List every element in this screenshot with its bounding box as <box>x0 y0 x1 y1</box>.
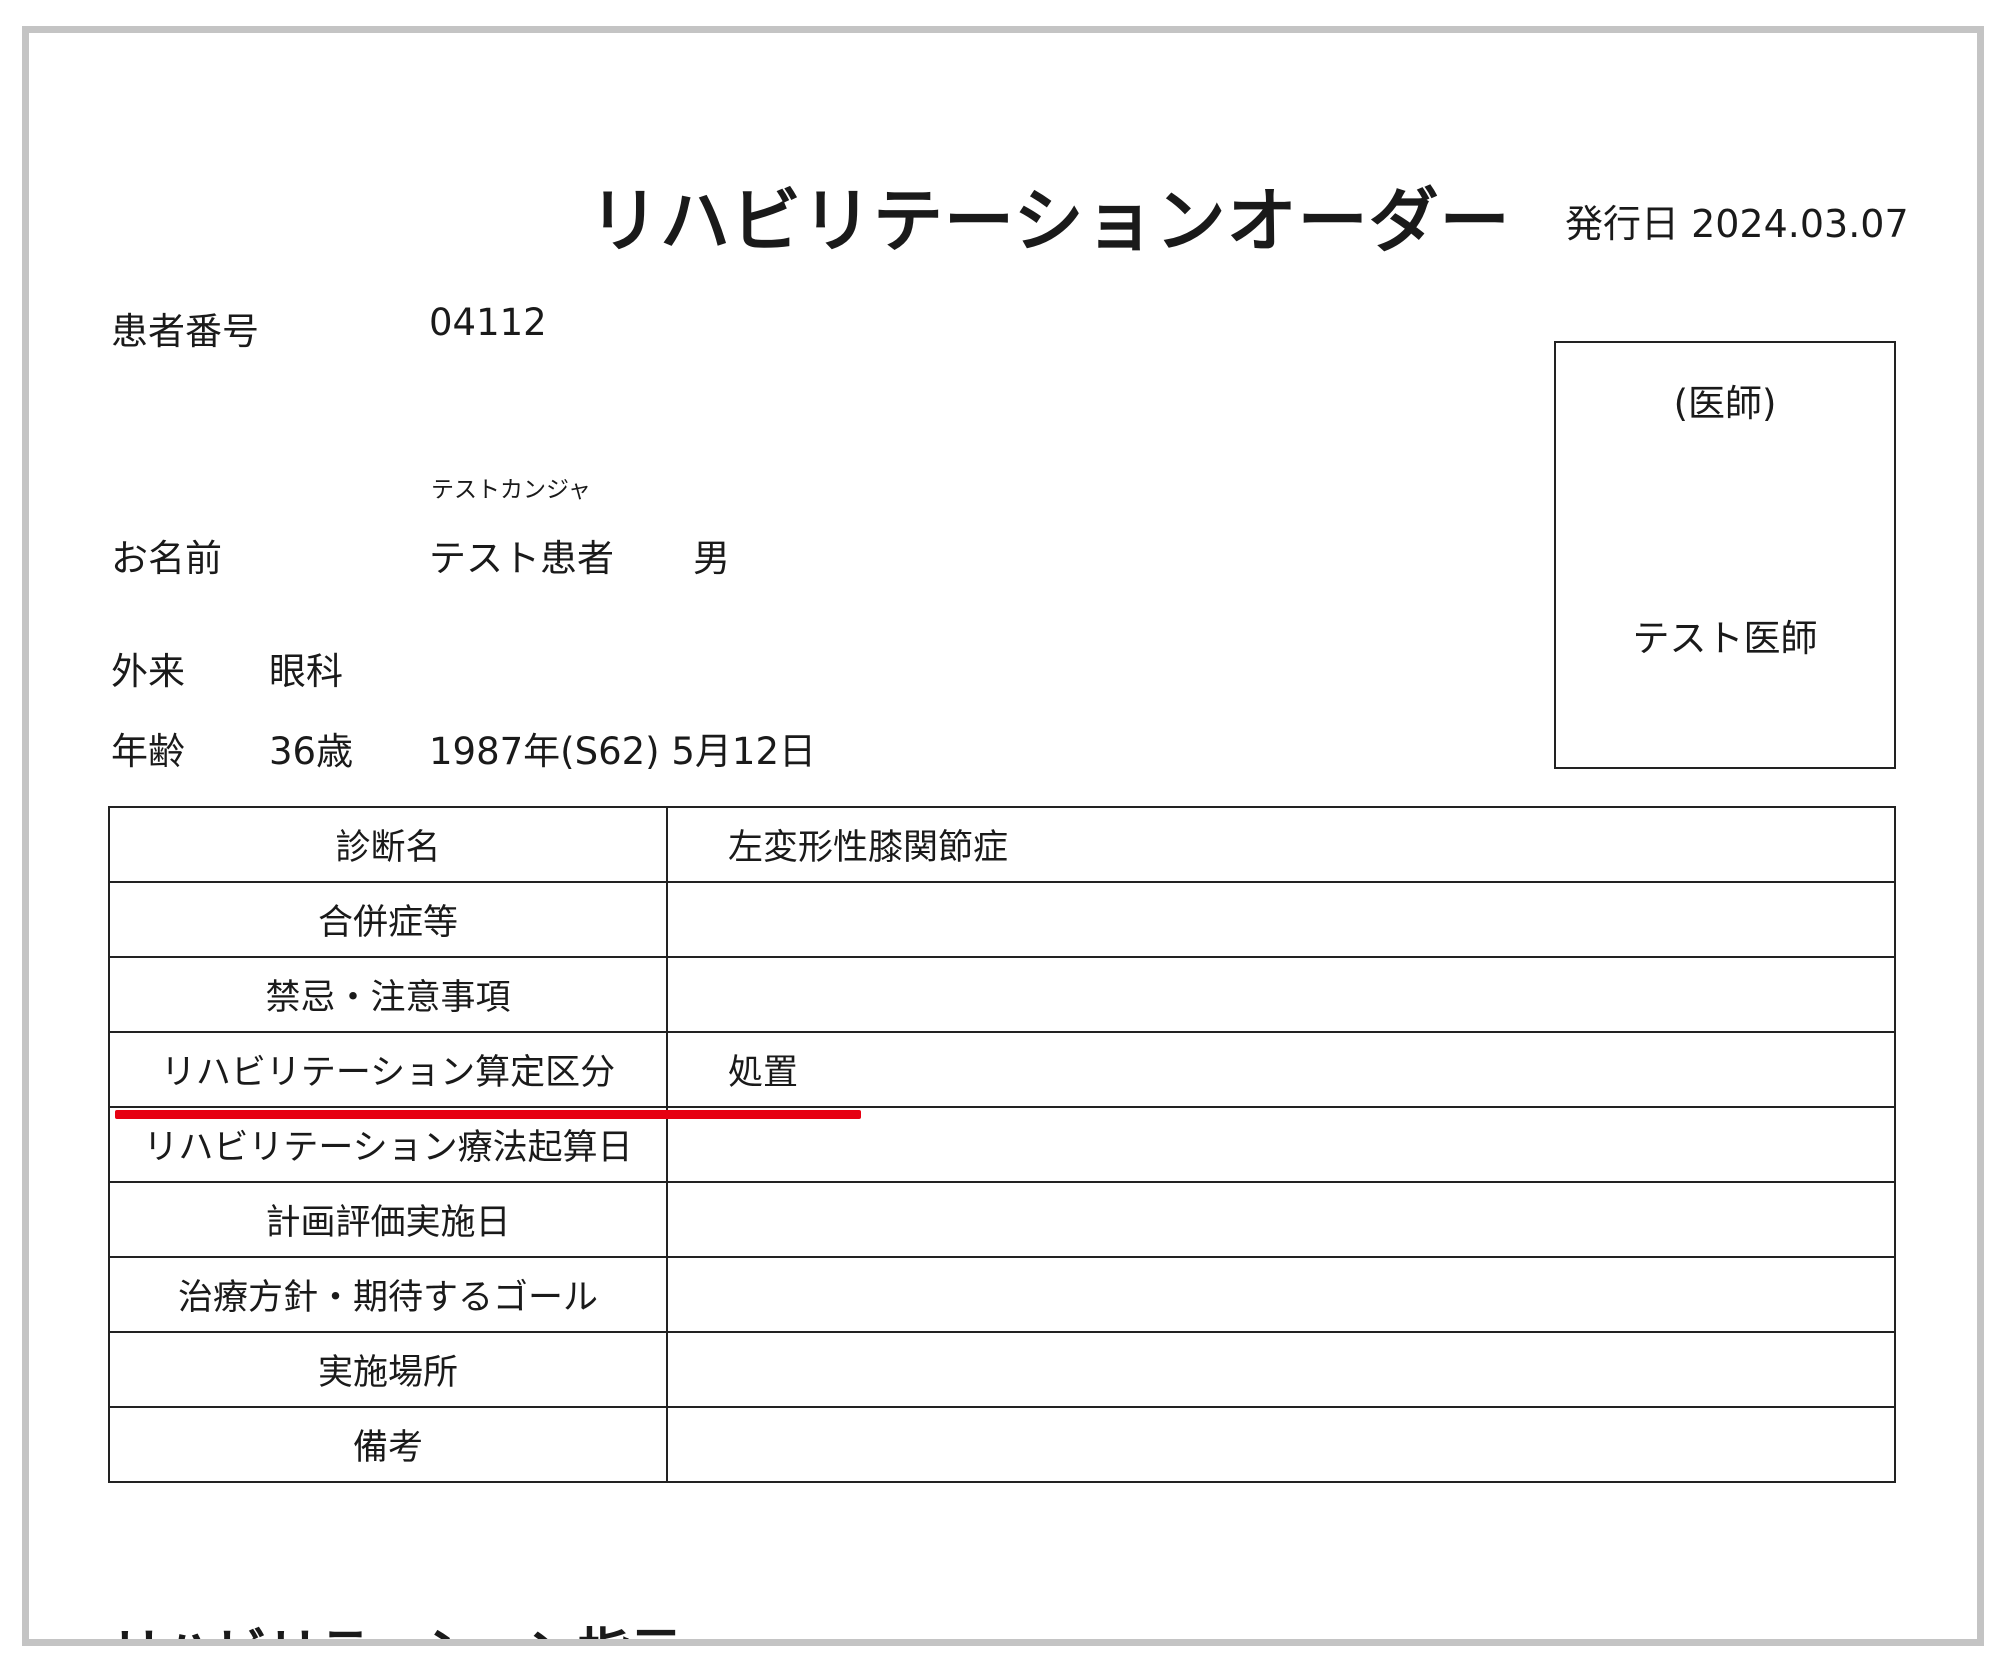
row-label: 診断名 <box>108 806 668 883</box>
table-row: 実施場所 <box>108 1331 1896 1408</box>
section-heading: リハビリテーション指示 <box>111 1611 682 1639</box>
row-label: リハビリテーション算定区分 <box>108 1031 668 1108</box>
row-label: 合併症等 <box>108 881 668 958</box>
row-label: 禁忌・注意事項 <box>108 956 668 1033</box>
row-label: 備考 <box>108 1406 668 1483</box>
table-row: 治療方針・期待するゴール <box>108 1256 1896 1333</box>
row-value <box>666 956 1896 1033</box>
patient-number: 04112 <box>429 301 547 344</box>
table-row: リハビリテーション算定区分 処置 <box>108 1031 1896 1108</box>
birthdate: 1987年(S62) 5月12日 <box>429 730 816 773</box>
table-row: 診断名 左変形性膝関節症 <box>108 806 1896 883</box>
patient-number-label: 患者番号 <box>111 310 259 353</box>
row-value <box>666 1406 1896 1483</box>
doctor-box: (医師) テスト医師 <box>1554 341 1896 769</box>
row-label: 治療方針・期待するゴール <box>108 1256 668 1333</box>
document-frame: リハビリテーションオーダー 発行日 2024.03.07 患者番号 04112 … <box>22 26 1984 1646</box>
order-info-table: 診断名 左変形性膝関節症 合併症等 禁忌・注意事項 リハビリテーション算定区分 … <box>108 806 1896 1483</box>
row-value: 左変形性膝関節症 <box>666 806 1896 883</box>
patient-name-kana: テストカンジャ <box>431 477 591 503</box>
row-value <box>666 1331 1896 1408</box>
patient-name-label: お名前 <box>111 537 222 580</box>
table-row: 合併症等 <box>108 881 1896 958</box>
patient-name: テスト患者 <box>429 537 614 580</box>
document-title: リハビリテーションオーダー <box>589 180 1511 262</box>
row-value <box>666 1256 1896 1333</box>
doctor-name: テスト医師 <box>1632 617 1818 660</box>
age-value: 36歳 <box>269 730 354 773</box>
table-row: 禁忌・注意事項 <box>108 956 1896 1033</box>
row-label: 実施場所 <box>108 1331 668 1408</box>
age-label: 年齢 <box>111 730 185 773</box>
dept-type: 外来 <box>111 650 185 693</box>
highlight-underline <box>115 1110 861 1119</box>
table-row: 計画評価実施日 <box>108 1181 1896 1258</box>
row-value: 処置 <box>666 1031 1896 1108</box>
dept-name: 眼科 <box>269 650 343 693</box>
issue-date: 発行日 2024.03.07 <box>1565 202 1909 246</box>
doctor-role: (医師) <box>1673 382 1777 425</box>
row-value <box>666 1181 1896 1258</box>
row-label: 計画評価実施日 <box>108 1181 668 1258</box>
table-row: 備考 <box>108 1406 1896 1483</box>
row-value <box>666 881 1896 958</box>
patient-sex: 男 <box>693 537 730 580</box>
